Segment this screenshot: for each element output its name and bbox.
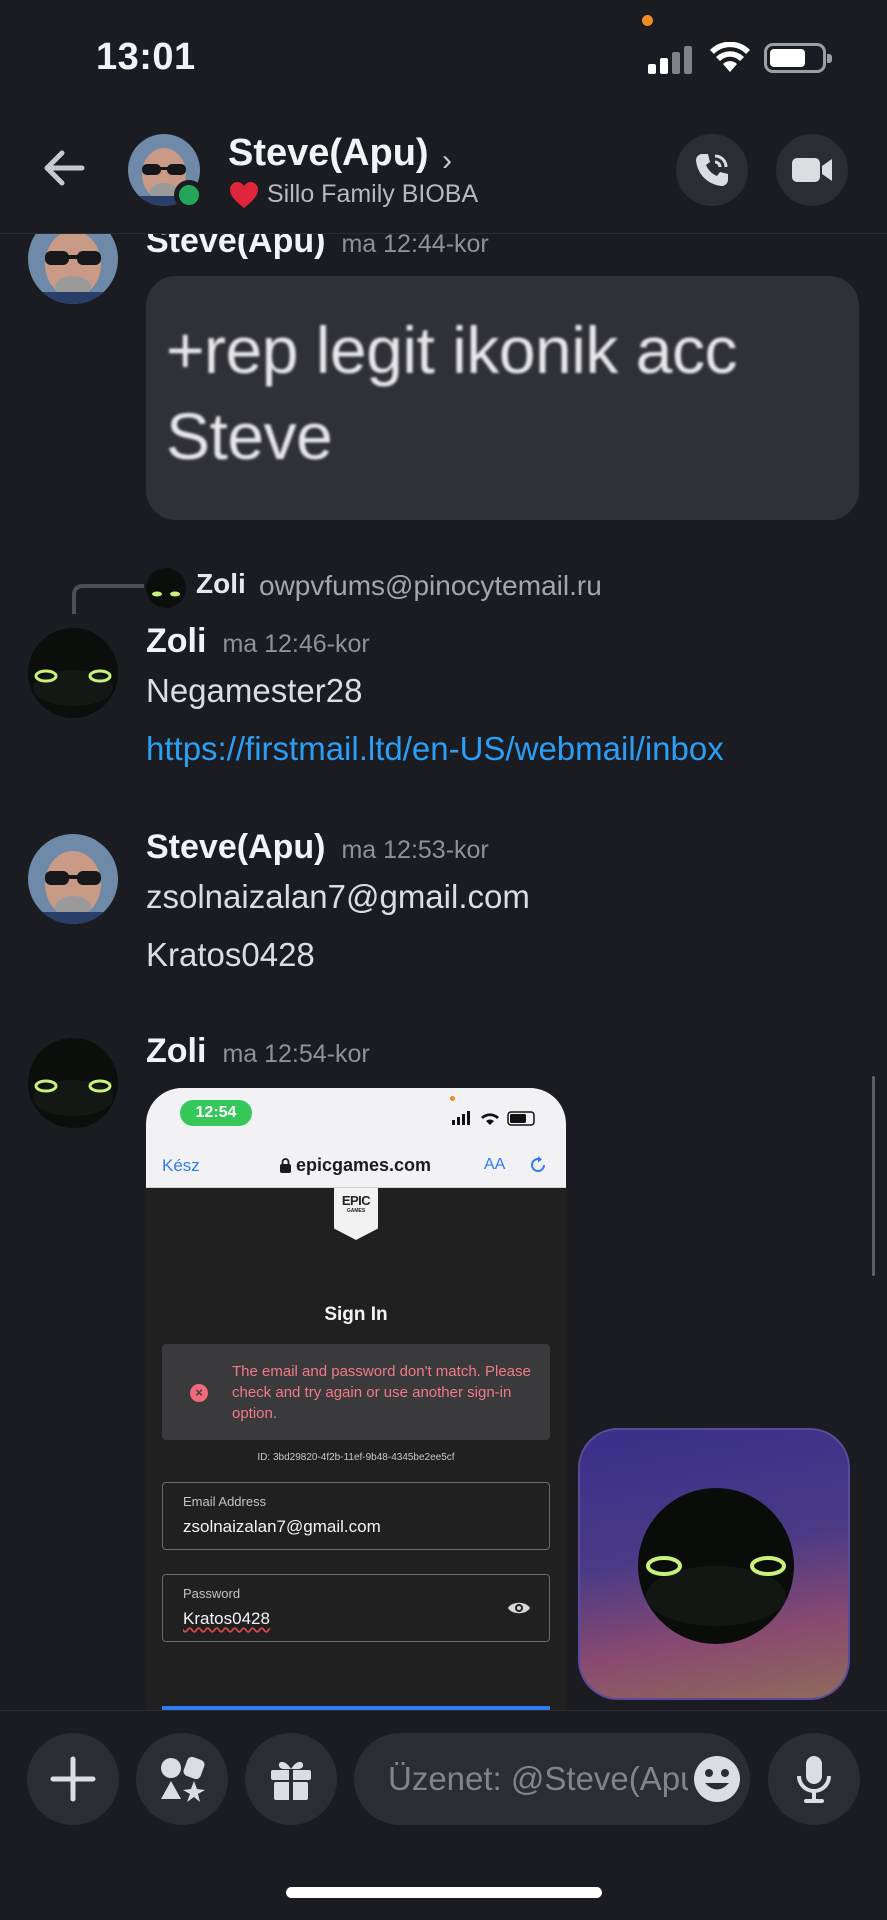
field-label: Email Address <box>183 1494 267 1509</box>
message-text: zsolnaizalan7@gmail.com <box>146 878 530 915</box>
avatar-steve-icon <box>28 234 118 304</box>
wifi-icon <box>710 42 750 72</box>
image-text-line: +rep legit ikonik acc <box>166 313 737 387</box>
avatar <box>638 1488 794 1644</box>
phone-icon <box>696 154 728 186</box>
author-name[interactable]: Steve(Apu) <box>146 828 325 866</box>
voice-message-button[interactable] <box>768 1733 860 1825</box>
avatar[interactable] <box>28 628 118 718</box>
screenshot-error-box: × The email and password don't match. Pl… <box>162 1344 550 1440</box>
avatar[interactable] <box>28 834 118 924</box>
screenshot-url-bar: Kész epicgames.com AA <box>146 1146 566 1188</box>
emoji-button[interactable] <box>692 1754 742 1804</box>
reply-preview[interactable]: owpvfums@pinocytemail.ru <box>259 570 602 602</box>
author-name[interactable]: Zoli <box>146 622 206 660</box>
call-overlay[interactable] <box>578 1428 850 1700</box>
screenshot-url-text: epicgames.com <box>296 1155 432 1175</box>
apps-button[interactable] <box>136 1733 228 1825</box>
logo-text: EPIC <box>341 1193 371 1208</box>
signal-icon <box>648 44 693 74</box>
avatar-zoli-icon <box>28 628 118 718</box>
field-value: Kratos0428 <box>183 1609 270 1628</box>
screenshot-url: epicgames.com <box>280 1155 431 1176</box>
avatar[interactable] <box>28 234 118 304</box>
status-bar: 13:01 <box>0 0 887 110</box>
message-input[interactable] <box>388 1733 688 1825</box>
message-link[interactable]: https://firstmail.ltd/en-US/webmail/inbo… <box>146 730 724 768</box>
refresh-icon <box>531 1156 545 1172</box>
author-name[interactable]: Steve(Apu) <box>146 234 325 260</box>
screenshot-signin-title: Sign In <box>324 1304 388 1325</box>
attach-button[interactable] <box>27 1733 119 1825</box>
page-title[interactable]: Steve(Apu) <box>228 132 429 175</box>
status-time: 13:01 <box>96 36 196 78</box>
message-author[interactable]: Zoli ma 12:54-kor <box>146 1032 370 1071</box>
custom-status-text: Sillo Family BIOBA <box>267 180 479 208</box>
field-value: zsolnaizalan7@gmail.com <box>183 1517 381 1536</box>
privacy-indicator-icon <box>450 1096 455 1101</box>
message-timestamp: ma 12:46-kor <box>222 630 370 658</box>
chevron-right-icon[interactable]: › <box>442 144 452 178</box>
lock-icon <box>280 1158 291 1173</box>
chat-header: Steve(Apu) › Sillo Family BIOBA <box>0 110 887 234</box>
message-input-wrapper <box>354 1733 750 1825</box>
eye-icon <box>508 1602 530 1614</box>
battery-icon <box>764 43 832 73</box>
reply-connector <box>72 584 144 614</box>
avatar-steve-icon <box>28 834 118 924</box>
privacy-indicator-icon <box>642 15 653 26</box>
home-indicator[interactable] <box>286 1887 602 1898</box>
message-text: Negamester28 <box>146 672 363 709</box>
screenshot-attachment[interactable]: 12:54 Kész epicgames.com AA EPIC GAMES S… <box>146 1088 566 1710</box>
message-text: Kratos0428 <box>146 936 315 973</box>
scrollbar[interactable] <box>872 1076 875 1276</box>
screenshot-error-text: The email and password don't match. Plea… <box>232 1363 531 1422</box>
screenshot-status-bar: 12:54 <box>146 1088 566 1146</box>
reply-author[interactable]: Zoli <box>196 568 246 600</box>
gift-button[interactable] <box>245 1733 337 1825</box>
apps-icon <box>161 1756 205 1802</box>
screenshot-error-id: ID: 3bd29820-4f2b-11ef-9b48-4345be2ee5cf <box>257 1452 455 1463</box>
online-status-icon <box>174 180 204 210</box>
voice-call-button[interactable] <box>676 134 748 206</box>
message-author[interactable]: Zoli ma 12:46-kor <box>146 622 370 661</box>
app-screen: 13:01 Steve(Apu) › Sillo Family BIOBA St… <box>0 0 887 1920</box>
message-timestamp: ma 12:54-kor <box>222 1040 370 1068</box>
epic-games-logo-icon: EPIC GAMES <box>334 1188 378 1240</box>
avatar-zoli-icon <box>638 1488 794 1644</box>
video-camera-icon <box>792 158 832 182</box>
screenshot-password-field: Password Kratos0428 <box>162 1574 550 1642</box>
avatar[interactable] <box>28 1038 118 1128</box>
screenshot-status-icons <box>452 1111 535 1126</box>
heart-icon <box>230 181 258 208</box>
field-label: Password <box>183 1586 241 1601</box>
message-timestamp: ma 12:44-kor <box>341 234 489 258</box>
message-timestamp: ma 12:53-kor <box>341 836 489 864</box>
video-call-button[interactable] <box>776 134 848 206</box>
screenshot-email-field: Email Address zsolnaizalan7@gmail.com <box>162 1482 550 1550</box>
back-button[interactable] <box>36 140 92 196</box>
avatar[interactable] <box>146 568 186 608</box>
avatar-zoli-icon <box>28 1038 118 1128</box>
custom-status: Sillo Family BIOBA <box>229 180 478 209</box>
screenshot-text-size: AA <box>484 1156 506 1173</box>
logo-subtext: GAMES <box>346 1208 366 1214</box>
message-author[interactable]: Steve(Apu) ma 12:44-kor <box>146 234 489 261</box>
avatar-zoli-icon <box>146 568 186 608</box>
gift-icon <box>271 1761 311 1800</box>
screenshot-time: 12:54 <box>180 1100 252 1126</box>
image-text-line: Steve <box>166 399 333 473</box>
plus-icon <box>50 1756 96 1802</box>
image-attachment[interactable]: +rep legit ikonik acc Steve <box>146 276 859 520</box>
microphone-icon <box>797 1756 831 1803</box>
screenshot-done: Kész <box>162 1156 200 1175</box>
error-icon: × <box>190 1384 208 1402</box>
author-name[interactable]: Zoli <box>146 1032 206 1070</box>
message-author[interactable]: Steve(Apu) ma 12:53-kor <box>146 828 489 867</box>
